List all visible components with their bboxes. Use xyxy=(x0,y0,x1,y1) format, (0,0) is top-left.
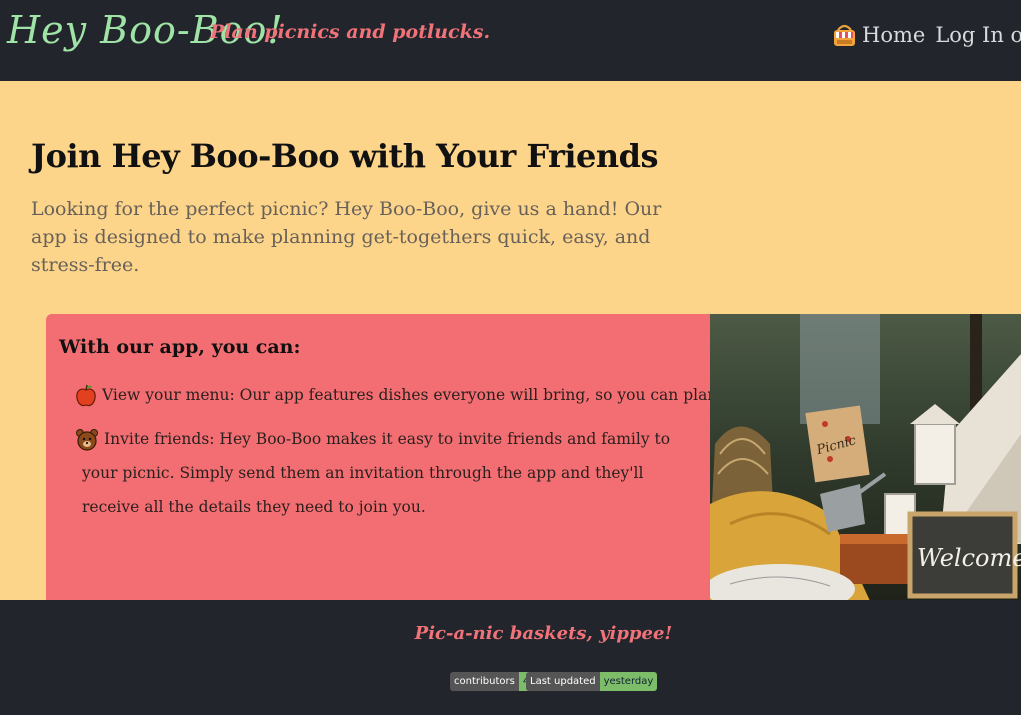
contributors-badge[interactable]: contributors 4 xyxy=(450,672,534,691)
feature-item-menu: View your menu: Our app features dishes … xyxy=(76,378,711,412)
apple-icon xyxy=(76,384,96,407)
last-updated-badge-value: yesterday xyxy=(599,672,658,691)
last-updated-badge-label: Last updated xyxy=(526,672,600,691)
contributors-badge-label: contributors xyxy=(450,672,519,691)
site-footer: Pic-a-nic baskets, yippee! xyxy=(0,600,1021,715)
main-nav: Home Log In or Si xyxy=(833,22,1021,47)
bear-icon xyxy=(76,429,98,451)
picnic-basket-icon[interactable] xyxy=(833,22,856,47)
site-tagline: Plan picnics and potlucks. xyxy=(210,21,491,43)
hero-description: Looking for the perfect picnic? Hey Boo-… xyxy=(31,198,662,276)
footer-slogan: Pic-a-nic baskets, yippee! xyxy=(414,623,673,644)
feature-item-invite: Invite friends: Hey Boo-Boo makes it eas… xyxy=(76,422,702,524)
features-card: With our app, you can: View your menu: O… xyxy=(46,314,711,601)
features-heading: With our app, you can: xyxy=(59,336,301,358)
picnic-photo: Picnic Welcome xyxy=(710,314,1021,601)
site-header: Hey Boo-Boo! Plan picnics and potlucks. … xyxy=(0,0,1021,81)
welcome-sign-text: Welcome xyxy=(917,544,1021,572)
nav-login-link[interactable]: Log In or Si xyxy=(935,23,1021,47)
nav-home-link[interactable]: Home xyxy=(862,23,925,47)
picnic-photo-illustration: Picnic Welcome xyxy=(710,314,1021,601)
feature-invite-text: Invite friends: Hey Boo-Boo makes it eas… xyxy=(82,430,671,516)
feature-menu-text: View your menu: Our app features dishes … xyxy=(102,386,711,404)
hero-title: Join Hey Boo-Boo with Your Friends xyxy=(31,137,659,175)
last-updated-badge[interactable]: Last updated yesterday xyxy=(526,672,658,691)
